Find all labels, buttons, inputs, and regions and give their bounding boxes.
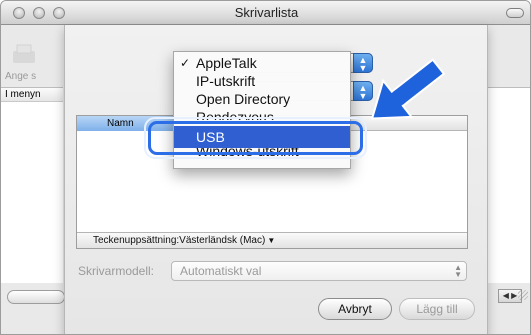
- popup-arrows-icon: ▲ ▼: [454, 263, 462, 279]
- add-button[interactable]: Lägg till: [399, 298, 475, 320]
- menu-item-open-directory[interactable]: Open Directory: [174, 90, 350, 108]
- menu-item-label: Open Directory: [196, 91, 291, 107]
- add-printer-icon: [13, 44, 35, 63]
- horizontal-scrollbar[interactable]: [7, 290, 65, 304]
- menu-item-ip-printing[interactable]: IP-utskrift: [174, 72, 350, 90]
- cancel-button[interactable]: Avbryt: [318, 298, 392, 320]
- toolbar-toggle-button[interactable]: [506, 8, 524, 18]
- usb-callout-ring: [148, 121, 363, 155]
- pointer-arrow-icon: [370, 58, 446, 120]
- printer-model-label: Skrivarmodell:: [78, 264, 155, 278]
- window-title: Skrivarlista: [234, 5, 299, 20]
- menu-item-label: IP-utskrift: [196, 73, 256, 89]
- printer-model-value: Automatiskt val: [180, 264, 262, 278]
- character-set-label: Teckenuppsättning:Västerländsk (Mac): [93, 235, 266, 246]
- menu-item-appletalk[interactable]: ✓ AppleTalk: [174, 54, 350, 72]
- printer-list-partial: I menyn: [1, 87, 63, 283]
- toolbar-label: Ange s: [5, 71, 37, 82]
- resize-grip-icon[interactable]: [518, 290, 528, 300]
- printer-list-right: [488, 87, 530, 283]
- character-set-selector[interactable]: Teckenuppsättning:Västerländsk (Mac) ▼: [77, 232, 467, 248]
- menu-item-label: AppleTalk: [196, 55, 257, 71]
- title-bar: Skrivarlista: [1, 1, 530, 25]
- list-header: I menyn: [1, 88, 63, 102]
- chevron-down-icon: ▼: [267, 236, 276, 245]
- printer-model-popup[interactable]: Automatiskt val ▲ ▼: [171, 261, 467, 281]
- printer-list-window: Skrivarlista Ange s I menyn ◀ ▶ ▲ ▼ ▲ ▼ Na…: [0, 0, 531, 335]
- checkmark-icon: ✓: [180, 56, 191, 70]
